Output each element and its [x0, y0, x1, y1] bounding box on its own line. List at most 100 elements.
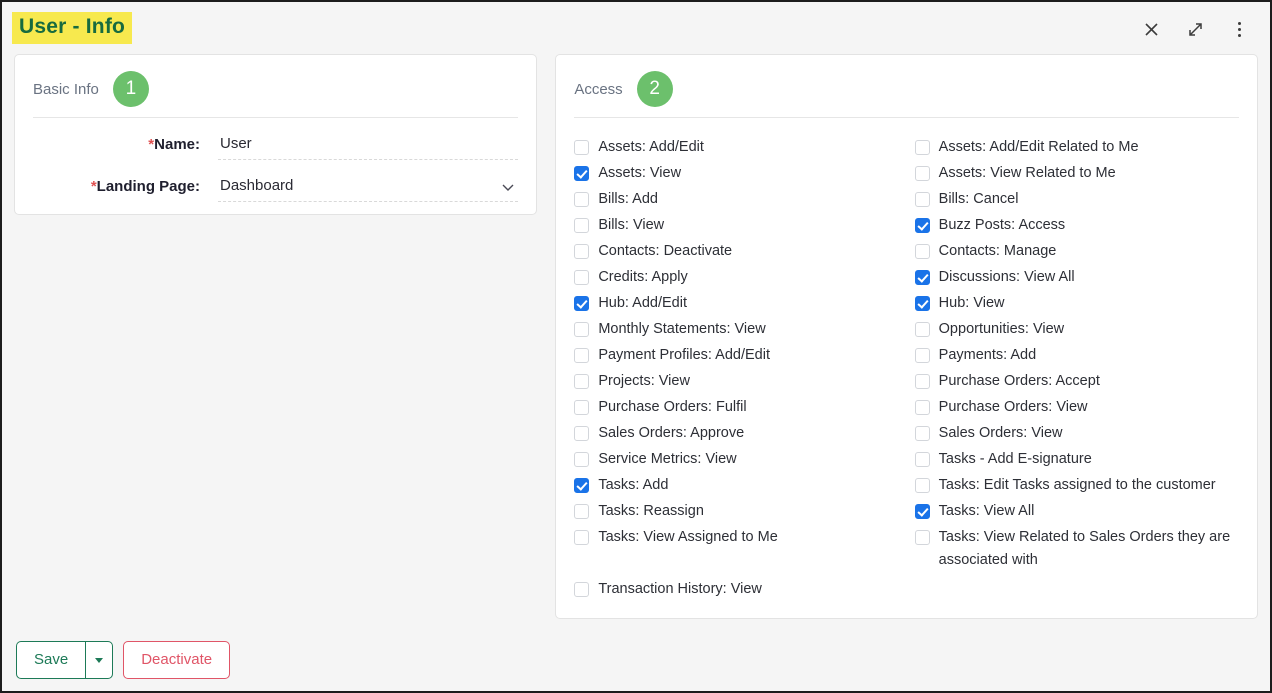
permission-item[interactable]: Sales Orders: View [914, 422, 1239, 448]
checkbox-unchecked[interactable] [914, 244, 930, 259]
permission-label[interactable]: Hub: View [939, 292, 1005, 315]
checkbox-unchecked[interactable] [914, 140, 930, 155]
permission-item[interactable]: Payments: Add [914, 344, 1239, 370]
checkbox-unchecked[interactable] [574, 582, 590, 597]
checkbox-unchecked[interactable] [914, 374, 930, 389]
permission-label[interactable]: Tasks: View Related to Sales Orders they… [939, 526, 1239, 572]
permission-item[interactable]: Tasks: Edit Tasks assigned to the custom… [914, 474, 1239, 500]
checkbox-unchecked[interactable] [574, 192, 590, 207]
permission-item[interactable]: Monthly Statements: View [574, 318, 906, 344]
permission-label[interactable]: Sales Orders: View [939, 422, 1063, 445]
permission-item[interactable]: Tasks - Add E-signature [914, 448, 1239, 474]
permission-item[interactable]: Assets: Add/Edit [574, 136, 906, 162]
checkbox-unchecked[interactable] [574, 140, 590, 155]
permission-label[interactable]: Credits: Apply [598, 266, 687, 289]
permission-label[interactable]: Service Metrics: View [598, 448, 736, 471]
permission-label[interactable]: Payments: Add [939, 344, 1037, 367]
expand-icon[interactable] [1182, 16, 1208, 42]
permission-label[interactable]: Assets: Add/Edit [598, 136, 704, 159]
permission-label[interactable]: Tasks - Add E-signature [939, 448, 1092, 471]
checkbox-checked[interactable] [574, 478, 590, 493]
save-button[interactable]: Save [16, 641, 86, 679]
permission-item[interactable]: Tasks: View Assigned to Me [574, 526, 906, 552]
permission-item[interactable]: Tasks: Add [574, 474, 906, 500]
checkbox-unchecked[interactable] [574, 504, 590, 519]
permission-label[interactable]: Bills: Add [598, 188, 658, 211]
permission-label[interactable]: Transaction History: View [598, 578, 762, 601]
permission-item[interactable]: Sales Orders: Approve [574, 422, 906, 448]
permission-label[interactable]: Projects: View [598, 370, 690, 393]
permission-label[interactable]: Purchase Orders: Accept [939, 370, 1100, 393]
permission-label[interactable]: Purchase Orders: Fulfil [598, 396, 746, 419]
checkbox-unchecked[interactable] [914, 400, 930, 415]
permission-item[interactable]: Purchase Orders: View [914, 396, 1239, 422]
checkbox-unchecked[interactable] [914, 452, 930, 467]
checkbox-unchecked[interactable] [914, 322, 930, 337]
permission-item[interactable]: Bills: View [574, 214, 906, 240]
checkbox-unchecked[interactable] [574, 270, 590, 285]
permission-item[interactable]: Tasks: View Related to Sales Orders they… [914, 526, 1239, 572]
checkbox-checked[interactable] [914, 504, 930, 519]
permission-item[interactable]: Discussions: View All [914, 266, 1239, 292]
permission-label[interactable]: Tasks: View Assigned to Me [598, 526, 777, 549]
permission-label[interactable]: Sales Orders: Approve [598, 422, 744, 445]
permission-item[interactable]: Purchase Orders: Accept [914, 370, 1239, 396]
permission-label[interactable]: Hub: Add/Edit [598, 292, 687, 315]
checkbox-unchecked[interactable] [914, 192, 930, 207]
checkbox-unchecked[interactable] [914, 348, 930, 363]
permission-label[interactable]: Tasks: Edit Tasks assigned to the custom… [939, 474, 1216, 497]
permission-label[interactable]: Tasks: Reassign [598, 500, 704, 523]
checkbox-unchecked[interactable] [574, 218, 590, 233]
permission-label[interactable]: Tasks: View All [939, 500, 1035, 523]
permission-item[interactable]: Tasks: View All [914, 500, 1239, 526]
permission-label[interactable]: Bills: Cancel [939, 188, 1019, 211]
permission-item[interactable]: Assets: Add/Edit Related to Me [914, 136, 1239, 162]
checkbox-checked[interactable] [914, 296, 930, 311]
permission-item[interactable]: Assets: View [574, 162, 906, 188]
permission-item[interactable]: Hub: Add/Edit [574, 292, 906, 318]
permission-item[interactable]: Service Metrics: View [574, 448, 906, 474]
checkbox-unchecked[interactable] [574, 322, 590, 337]
checkbox-unchecked[interactable] [914, 166, 930, 181]
permission-label[interactable]: Purchase Orders: View [939, 396, 1088, 419]
checkbox-unchecked[interactable] [574, 452, 590, 467]
permission-label[interactable]: Contacts: Manage [939, 240, 1057, 263]
permission-label[interactable]: Discussions: View All [939, 266, 1075, 289]
permission-item[interactable]: Buzz Posts: Access [914, 214, 1239, 240]
permission-label[interactable]: Buzz Posts: Access [939, 214, 1066, 237]
permission-item[interactable]: Bills: Add [574, 188, 906, 214]
permission-label[interactable]: Tasks: Add [598, 474, 668, 497]
deactivate-button[interactable]: Deactivate [123, 641, 231, 679]
checkbox-unchecked[interactable] [914, 530, 930, 545]
checkbox-checked[interactable] [914, 218, 930, 233]
checkbox-unchecked[interactable] [574, 374, 590, 389]
name-input[interactable]: User [218, 132, 518, 160]
permission-item[interactable]: Purchase Orders: Fulfil [574, 396, 906, 422]
checkbox-unchecked[interactable] [914, 478, 930, 493]
checkbox-unchecked[interactable] [574, 530, 590, 545]
permission-label[interactable]: Monthly Statements: View [598, 318, 765, 341]
more-options-icon[interactable] [1226, 16, 1252, 42]
permission-label[interactable]: Bills: View [598, 214, 664, 237]
permission-item[interactable]: Opportunities: View [914, 318, 1239, 344]
permission-label[interactable]: Assets: View Related to Me [939, 162, 1116, 185]
save-dropdown-button[interactable] [85, 641, 114, 679]
checkbox-unchecked[interactable] [914, 426, 930, 441]
landing-page-select[interactable]: Dashboard [218, 174, 518, 202]
permission-label[interactable]: Payment Profiles: Add/Edit [598, 344, 770, 367]
close-icon[interactable] [1138, 16, 1164, 42]
permission-item[interactable]: Projects: View [574, 370, 906, 396]
checkbox-checked[interactable] [914, 270, 930, 285]
checkbox-unchecked[interactable] [574, 400, 590, 415]
permission-item[interactable]: Credits: Apply [574, 266, 906, 292]
permission-item[interactable]: Assets: View Related to Me [914, 162, 1239, 188]
permission-item[interactable]: Contacts: Deactivate [574, 240, 906, 266]
permission-item[interactable]: Transaction History: View [574, 578, 906, 604]
permission-label[interactable]: Assets: View [598, 162, 681, 185]
checkbox-checked[interactable] [574, 296, 590, 311]
permission-item[interactable]: Tasks: Reassign [574, 500, 906, 526]
checkbox-checked[interactable] [574, 166, 590, 181]
checkbox-unchecked[interactable] [574, 426, 590, 441]
permission-item[interactable]: Payment Profiles: Add/Edit [574, 344, 906, 370]
permission-item[interactable]: Contacts: Manage [914, 240, 1239, 266]
